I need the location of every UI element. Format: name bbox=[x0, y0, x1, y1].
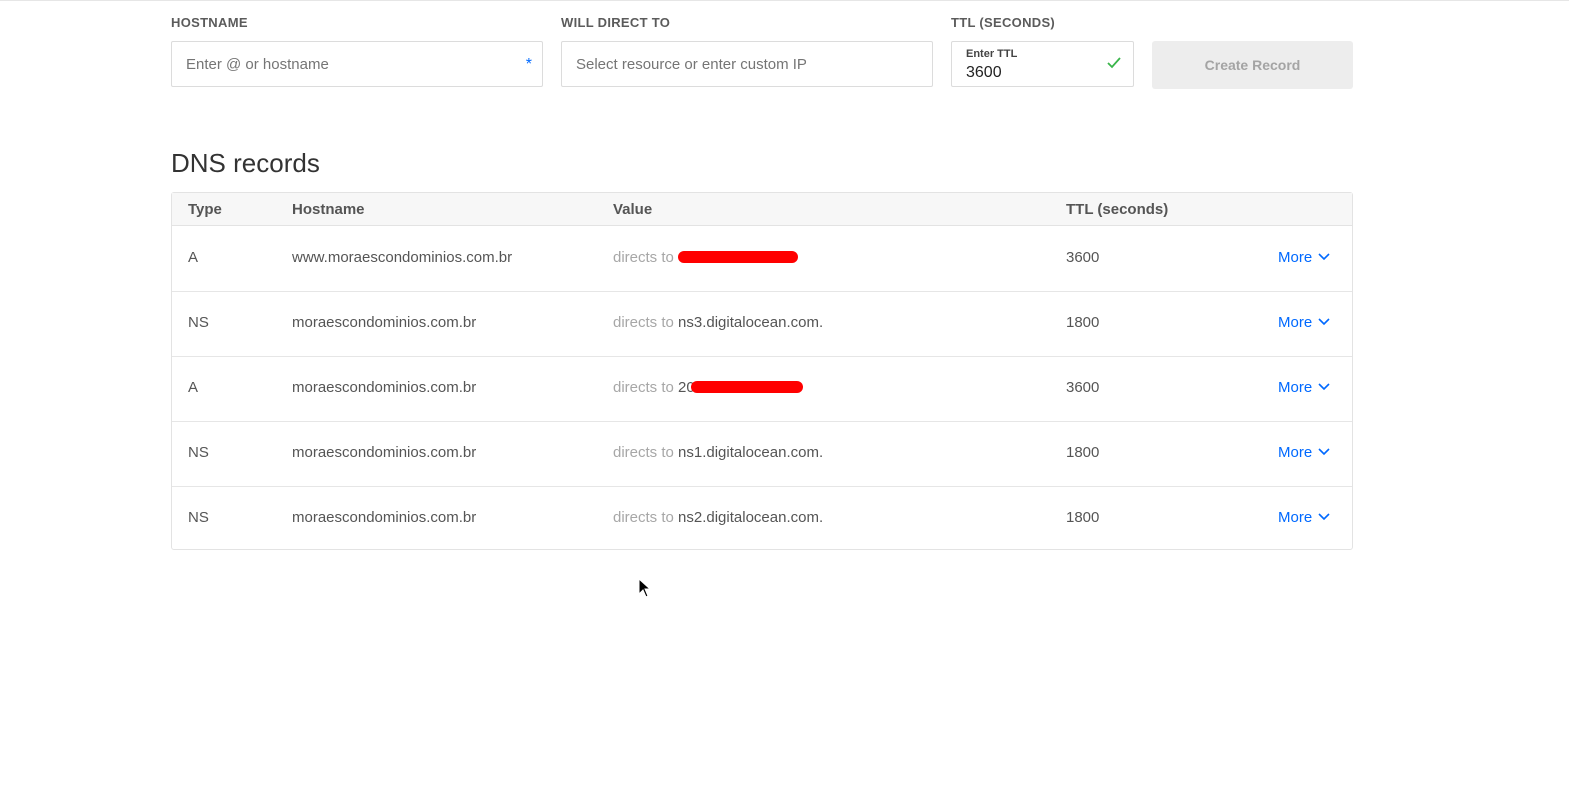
chevron-down-icon bbox=[1318, 253, 1330, 261]
record-ttl: 1800 bbox=[1066, 509, 1100, 526]
redaction-mark bbox=[678, 251, 799, 264]
directs-to-label: directs to bbox=[613, 379, 674, 396]
more-dropdown[interactable]: More bbox=[1278, 379, 1330, 396]
record-value: directs to 20 bbox=[613, 379, 803, 396]
more-label: More bbox=[1278, 509, 1313, 526]
table-row: NS moraescondominios.com.br directs to n… bbox=[172, 291, 1352, 357]
record-hostname: moraescondominios.com.br bbox=[292, 314, 477, 331]
directs-to-label: directs to bbox=[613, 314, 674, 331]
record-value: directs to ns2.digitalocean.com. bbox=[613, 509, 823, 526]
table-row: A www.moraescondominios.com.br directs t… bbox=[172, 226, 1352, 292]
top-divider bbox=[0, 0, 1569, 1]
ttl-value: 3600 bbox=[966, 64, 1002, 81]
hostname-input[interactable]: Enter @ or hostname * bbox=[171, 41, 543, 87]
record-type: A bbox=[188, 379, 199, 396]
will-direct-to-label: WILL DIRECT TO bbox=[561, 15, 671, 30]
record-hostname: moraescondominios.com.br bbox=[292, 509, 477, 526]
value-text: ns2.digitalocean.com. bbox=[678, 509, 824, 526]
more-label: More bbox=[1278, 314, 1313, 331]
record-hostname: www.moraescondominios.com.br bbox=[292, 249, 513, 266]
table-row: NS moraescondominios.com.br directs to n… bbox=[172, 421, 1352, 487]
will-direct-to-placeholder: Select resource or enter custom IP bbox=[576, 56, 807, 73]
ttl-label: TTL (SECONDS) bbox=[951, 15, 1056, 30]
header-value: Value bbox=[613, 201, 653, 218]
value-text: ns1.digitalocean.com. bbox=[678, 444, 824, 461]
more-dropdown[interactable]: More bbox=[1278, 314, 1330, 331]
value-text: ns3.digitalocean.com. bbox=[678, 314, 824, 331]
more-label: More bbox=[1278, 379, 1313, 396]
record-value: directs to ns3.digitalocean.com. bbox=[613, 314, 823, 331]
chevron-down-icon bbox=[1318, 383, 1330, 391]
more-dropdown[interactable]: More bbox=[1278, 249, 1330, 266]
chevron-down-icon bbox=[1318, 448, 1330, 456]
table-row: NS moraescondominios.com.br directs to n… bbox=[172, 486, 1352, 551]
record-value: directs to ns1.digitalocean.com. bbox=[613, 444, 823, 461]
check-icon bbox=[1107, 57, 1121, 69]
record-ttl: 1800 bbox=[1066, 314, 1100, 331]
ttl-inner-label: Enter TTL bbox=[966, 48, 1018, 60]
record-type: NS bbox=[188, 314, 209, 331]
dns-records-table: Type Hostname Value TTL (seconds) A www.… bbox=[171, 192, 1353, 550]
required-icon: * bbox=[525, 56, 532, 73]
chevron-down-icon bbox=[1318, 513, 1330, 521]
header-type: Type bbox=[188, 201, 222, 218]
more-label: More bbox=[1278, 444, 1313, 461]
more-dropdown[interactable]: More bbox=[1278, 509, 1330, 526]
record-type: NS bbox=[188, 444, 209, 461]
header-ttl: TTL (seconds) bbox=[1066, 201, 1169, 218]
header-hostname: Hostname bbox=[292, 201, 365, 218]
record-hostname: moraescondominios.com.br bbox=[292, 379, 477, 396]
redaction-mark bbox=[690, 381, 803, 394]
directs-to-label: directs to bbox=[613, 444, 674, 461]
record-value: directs to bbox=[613, 249, 799, 266]
more-label: More bbox=[1278, 249, 1313, 266]
record-type: A bbox=[188, 249, 199, 266]
table-header: Type Hostname Value TTL (seconds) bbox=[172, 193, 1352, 226]
mouse-cursor-icon bbox=[638, 578, 652, 598]
record-hostname: moraescondominios.com.br bbox=[292, 444, 477, 461]
record-type: NS bbox=[188, 509, 209, 526]
record-ttl: 1800 bbox=[1066, 444, 1100, 461]
directs-to-label: directs to bbox=[613, 249, 674, 266]
section-title: DNS records bbox=[171, 148, 320, 178]
ttl-input[interactable]: Enter TTL 3600 bbox=[951, 41, 1134, 87]
create-record-button[interactable]: Create Record bbox=[1152, 41, 1353, 89]
table-row: A moraescondominios.com.br directs to 20… bbox=[172, 356, 1352, 422]
record-ttl: 3600 bbox=[1066, 379, 1100, 396]
hostname-label: HOSTNAME bbox=[171, 15, 248, 30]
chevron-down-icon bbox=[1318, 318, 1330, 326]
directs-to-label: directs to bbox=[613, 509, 674, 526]
will-direct-to-input[interactable]: Select resource or enter custom IP bbox=[561, 41, 933, 87]
hostname-placeholder: Enter @ or hostname bbox=[186, 56, 329, 73]
more-dropdown[interactable]: More bbox=[1278, 444, 1330, 461]
record-ttl: 3600 bbox=[1066, 249, 1100, 266]
